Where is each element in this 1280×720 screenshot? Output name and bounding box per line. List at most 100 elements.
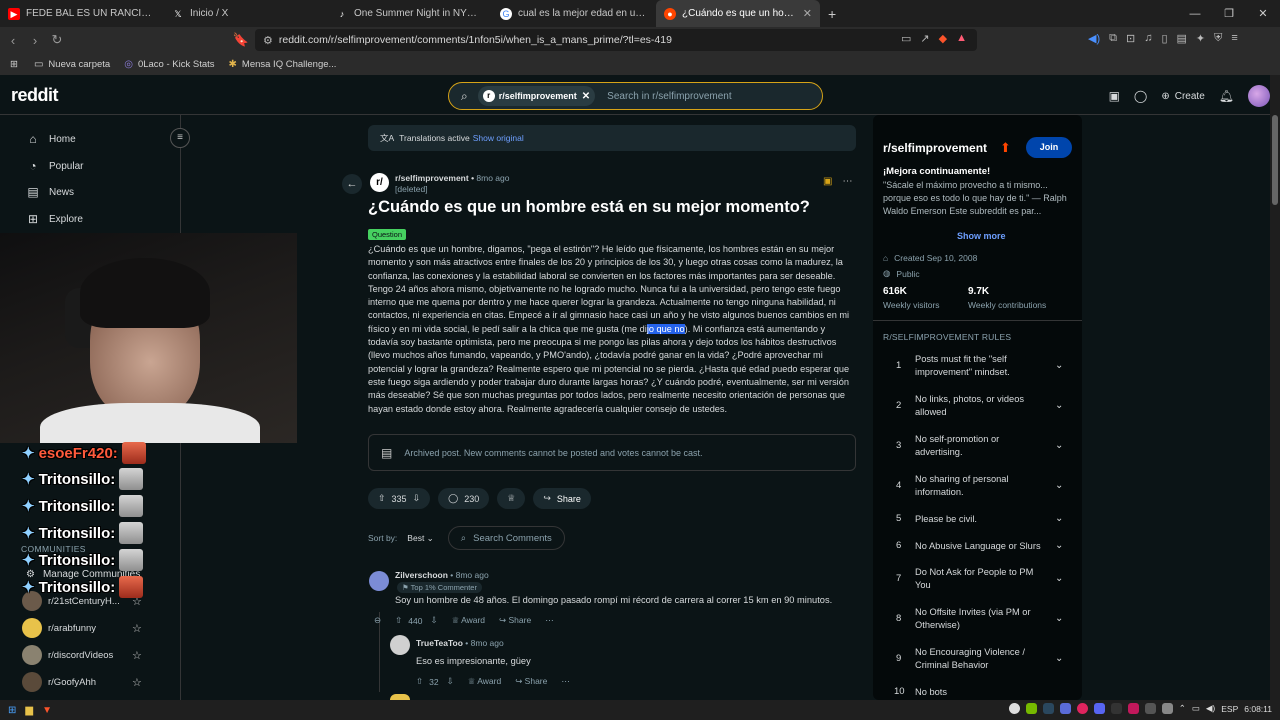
menu-icon[interactable]: ≡ xyxy=(1231,32,1237,45)
address-bar[interactable]: ⚙ reddit.com/r/selfimprovement/comments/… xyxy=(255,29,977,51)
scrollbar-thumb[interactable] xyxy=(1272,115,1278,205)
more-options-icon[interactable]: ⋯ xyxy=(842,176,852,187)
notification-bell-icon[interactable]: 🔔︎ xyxy=(1219,89,1234,103)
reload-icon[interactable]: ↻ xyxy=(46,32,68,48)
show-more-button[interactable]: Show more xyxy=(957,231,1006,241)
create-button[interactable]: ⊕ Create xyxy=(1161,91,1204,102)
chat-icon[interactable]: ◯ xyxy=(1134,89,1147,103)
ads-icon[interactable]: ▣ xyxy=(1109,89,1120,103)
community-discordvideos[interactable]: r/discordVideos ☆ xyxy=(22,645,147,665)
nav-explore[interactable]: ⊞ Explore xyxy=(26,212,83,226)
cast-icon[interactable]: ▭ xyxy=(901,32,911,45)
share-button[interactable]: ↪ Share xyxy=(499,615,531,626)
bookmark-mensa[interactable]: ✱ Mensa IQ Challenge... xyxy=(229,59,337,70)
subreddit-search-chip[interactable]: r r/selfimprovement ✕ xyxy=(477,86,596,106)
tab-google[interactable]: Gcual es la mejor edad en un hombre xyxy=(492,0,656,27)
nvidia-icon[interactable] xyxy=(1025,703,1037,714)
award-button[interactable]: ♕ xyxy=(497,488,526,509)
search-input[interactable]: Search in r/selfimprovement xyxy=(607,91,732,102)
user-avatar[interactable] xyxy=(1248,85,1270,107)
network-icon[interactable]: ▭ xyxy=(1192,703,1200,714)
collapse-sidebar-button[interactable]: ≡ xyxy=(170,128,190,148)
star-icon[interactable]: ☆ xyxy=(132,676,142,689)
tray-app-icon[interactable] xyxy=(1144,703,1156,714)
extension-icon[interactable]: ⧉ xyxy=(1109,32,1117,45)
tray-app-icon[interactable] xyxy=(1127,703,1139,714)
downvote-icon[interactable]: ⇩ xyxy=(413,493,421,504)
file-explorer-icon[interactable]: ▆ xyxy=(25,705,33,716)
share-url-icon[interactable]: ↗ xyxy=(920,32,929,45)
forward-icon[interactable]: › xyxy=(24,33,46,48)
star-icon[interactable]: ☆ xyxy=(132,649,142,662)
sort-dropdown[interactable]: Best ⌄ xyxy=(407,533,434,544)
search-comments-input[interactable]: ⌕ Search Comments xyxy=(447,526,565,550)
nav-news[interactable]: ▤ News xyxy=(26,185,74,199)
tab-reddit[interactable]: ●¿Cuándo es que un hombre está✕ xyxy=(656,0,820,27)
share-button[interactable]: ↪ Share xyxy=(533,488,591,509)
tab-tiktok[interactable]: ♪One Summer Night in NYC | TikTok xyxy=(328,0,492,27)
award-button[interactable]: ♕ Award xyxy=(468,676,501,687)
tab-x[interactable]: 𝕏 Inicio / X xyxy=(164,0,328,27)
community-arabfunny[interactable]: r/arabfunny ☆ xyxy=(22,618,147,638)
upvote-icon[interactable]: ⇧ xyxy=(395,615,402,626)
more-options-icon[interactable]: ⋯ xyxy=(561,676,570,687)
minimize-icon[interactable]: — xyxy=(1178,8,1212,20)
subreddit-link[interactable]: r/selfimprovement xyxy=(395,173,469,183)
join-button[interactable]: Join xyxy=(1026,137,1072,158)
comments-button[interactable]: ◯ 230 xyxy=(438,488,490,509)
bookmark-kick-stats[interactable]: ◎ 0Laco - Kick Stats xyxy=(124,59,214,70)
upvote-icon[interactable]: ⇧ xyxy=(378,493,386,504)
bookmark-folder[interactable]: ▭ Nueva carpeta xyxy=(34,59,110,70)
leo-icon[interactable]: ✦ xyxy=(1196,32,1205,45)
nav-home[interactable]: ⌂ Home xyxy=(26,132,75,146)
back-icon[interactable]: ‹ xyxy=(2,33,24,48)
nav-popular[interactable]: ◔ Popular xyxy=(26,159,83,173)
obs-icon[interactable] xyxy=(1008,703,1020,714)
brave-shield-icon[interactable]: ◆ xyxy=(939,32,947,45)
wallet-icon[interactable]: ▤ xyxy=(1177,32,1187,45)
page-scrollbar[interactable] xyxy=(1270,75,1280,700)
downvote-icon[interactable]: ⇩ xyxy=(430,615,437,626)
apps-icon[interactable]: ⊞ xyxy=(10,59,18,70)
screenshot-icon[interactable]: ⊡ xyxy=(1126,32,1135,45)
upvote-icon[interactable]: ⇧ xyxy=(416,676,423,687)
comment-avatar[interactable] xyxy=(369,571,389,591)
share-button[interactable]: ↪ Share xyxy=(515,676,547,687)
windows-start-icon[interactable]: ⊞ xyxy=(8,705,16,716)
close-tab-icon[interactable]: ✕ xyxy=(803,7,812,20)
back-button[interactable]: ← xyxy=(342,174,362,194)
sidebar-icon[interactable]: ▯ xyxy=(1161,32,1167,45)
downvote-icon[interactable]: ⇩ xyxy=(447,676,454,687)
clock[interactable]: 6:08:11 xyxy=(1244,704,1272,714)
sidebar-subreddit-name[interactable]: r/selfimprovement xyxy=(883,141,987,155)
star-icon[interactable]: ☆ xyxy=(132,622,142,635)
music-icon[interactable]: ♫ xyxy=(1144,32,1152,45)
discord-icon[interactable] xyxy=(1093,703,1105,714)
steam-icon[interactable] xyxy=(1042,703,1054,714)
reddit-logo[interactable]: reddit xyxy=(11,85,59,106)
tray-app-icon[interactable] xyxy=(1059,703,1071,714)
brave-browser-icon[interactable]: ▼ xyxy=(42,705,52,716)
new-tab-button[interactable]: + xyxy=(828,6,836,22)
brave-rewards-icon[interactable]: ▲ xyxy=(956,32,967,45)
record-icon[interactable] xyxy=(1076,703,1088,714)
bookmark-icon[interactable]: 🔖 xyxy=(230,32,252,48)
translate-icon[interactable]: ◀) xyxy=(1088,32,1100,45)
tab-youtube[interactable]: ▶FEDE BAL ES UN RANCIOVICH? Me D xyxy=(0,0,164,27)
tray-app-icon[interactable] xyxy=(1110,703,1122,714)
language-indicator[interactable]: ESP xyxy=(1221,704,1238,714)
community-goofyahh[interactable]: r/GoofyAhh ☆ xyxy=(22,672,147,692)
search-bar[interactable]: ⌕ r r/selfimprovement ✕ Search in r/selfim… xyxy=(448,82,823,110)
clear-chip-icon[interactable]: ✕ xyxy=(582,91,590,102)
restore-icon[interactable]: ❐ xyxy=(1212,7,1246,20)
more-options-icon[interactable]: ⋯ xyxy=(545,615,554,626)
collapse-thread-icon[interactable]: ⊖ xyxy=(374,615,381,626)
show-original-link[interactable]: Show original xyxy=(473,133,524,143)
post-flair[interactable]: Question xyxy=(368,229,407,240)
award-button[interactable]: ♕ Award xyxy=(452,615,485,626)
volume-icon[interactable]: ◀) xyxy=(1206,703,1215,714)
close-window-icon[interactable]: ✕ xyxy=(1246,7,1280,20)
subreddit-icon[interactable]: r/ xyxy=(370,173,389,192)
comment-avatar[interactable] xyxy=(390,635,410,655)
site-info-icon[interactable]: ⚙ xyxy=(263,34,273,47)
